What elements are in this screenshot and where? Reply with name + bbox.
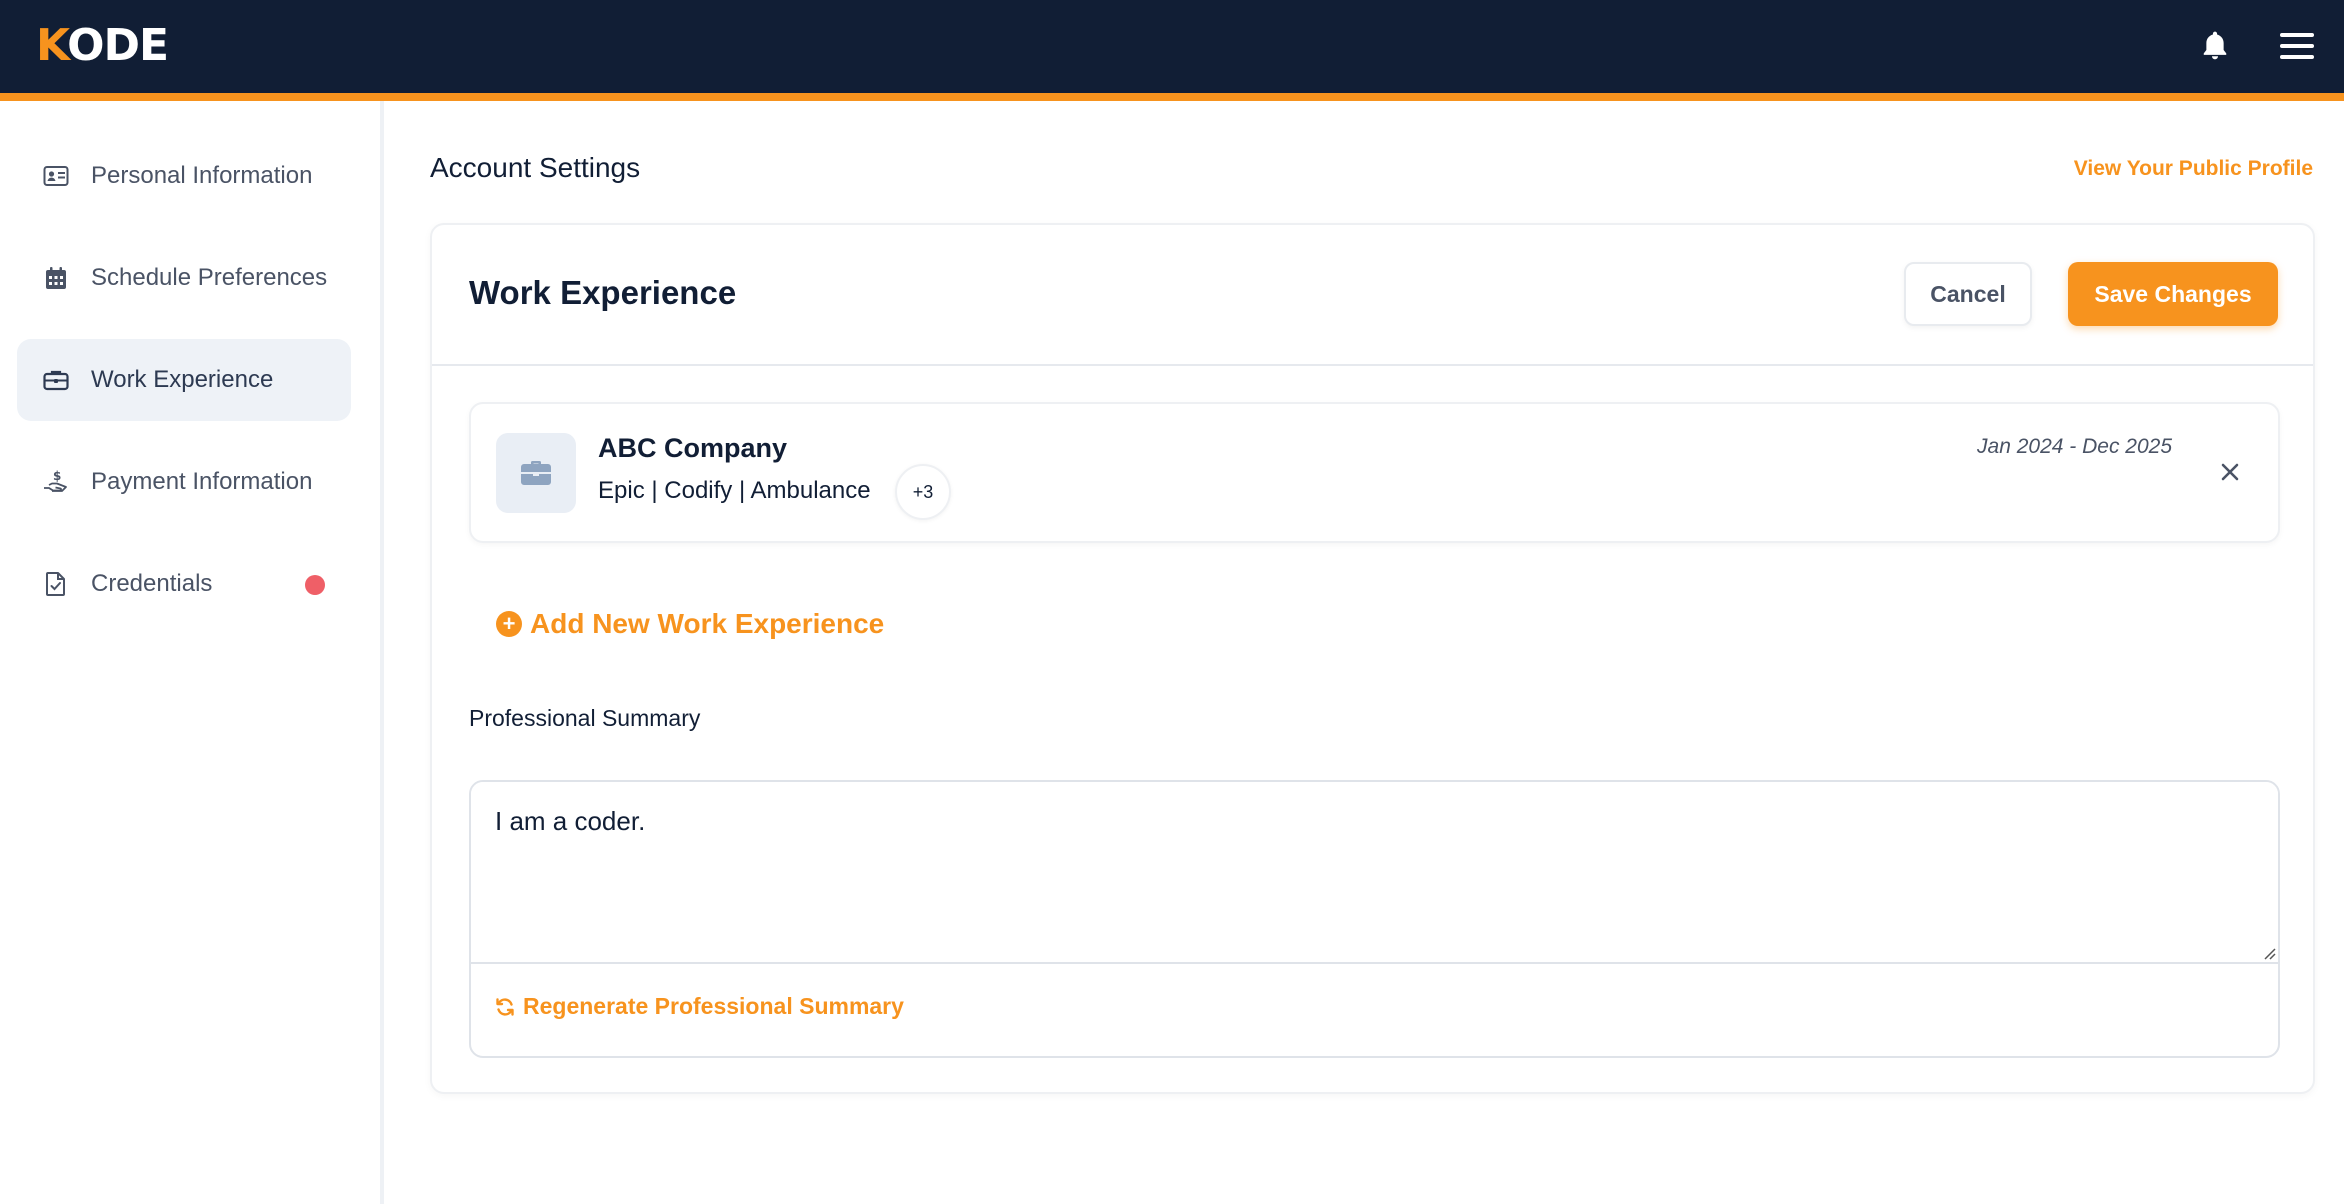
page-title: Account Settings — [430, 152, 641, 183]
card-title: Work Experience — [469, 274, 737, 311]
id-card-icon — [41, 161, 71, 191]
svg-text:$: $ — [53, 469, 61, 483]
more-skills-badge[interactable]: +3 — [895, 464, 951, 520]
regenerate-label: Regenerate Professional Summary — [523, 993, 904, 1019]
save-changes-button[interactable]: Save Changes — [2068, 262, 2278, 326]
file-check-icon — [41, 569, 71, 599]
sidebar: Personal Information Schedule Preference… — [0, 101, 384, 1204]
experience-dates: Jan 2024 - Dec 2025 — [1977, 435, 2172, 458]
sidebar-item-personal-information[interactable]: Personal Information — [17, 135, 351, 217]
sidebar-item-work-experience[interactable]: Work Experience — [17, 339, 351, 421]
hand-dollar-icon: $ — [41, 467, 71, 497]
sidebar-item-payment-information[interactable]: $ Payment Information — [17, 441, 351, 523]
remove-experience-button[interactable] — [2214, 456, 2246, 488]
regenerate-summary-button[interactable]: Regenerate Professional Summary — [495, 993, 904, 1020]
close-icon — [2221, 463, 2239, 481]
company-briefcase-icon — [496, 433, 576, 513]
briefcase-icon — [41, 365, 71, 395]
sidebar-item-label: Schedule Preferences — [91, 264, 328, 291]
top-navbar: KODE — [0, 0, 2344, 93]
view-public-profile-link[interactable]: View Your Public Profile — [2074, 157, 2313, 181]
sidebar-item-credentials[interactable]: Credentials — [17, 543, 351, 625]
add-new-work-experience-button[interactable]: + Add New Work Experience — [496, 608, 884, 640]
sidebar-item-label: Credentials — [91, 570, 213, 597]
cancel-button[interactable]: Cancel — [1904, 262, 2032, 326]
sidebar-item-label: Personal Information — [91, 162, 313, 189]
professional-summary-box: I am a coder. Regenerate Professional Su… — [469, 780, 2280, 1058]
resize-grip-icon[interactable] — [2262, 946, 2276, 960]
calendar-icon — [41, 263, 71, 293]
work-experience-card: Work Experience Cancel Save Changes ABC … — [430, 223, 2315, 1094]
add-experience-label: Add New Work Experience — [530, 608, 885, 639]
hamburger-menu-icon[interactable] — [2275, 24, 2319, 68]
professional-summary-label: Professional Summary — [469, 705, 701, 731]
work-experience-entry[interactable]: ABC Company Epic | Codify | Ambulance +3… — [469, 402, 2280, 543]
experience-skills: Epic | Codify | Ambulance — [598, 477, 871, 504]
bell-icon[interactable] — [2193, 24, 2237, 68]
professional-summary-input[interactable]: I am a coder. — [471, 782, 2278, 964]
header-accent-bar — [0, 93, 2344, 101]
sidebar-item-label: Payment Information — [91, 468, 313, 495]
refresh-icon — [496, 997, 514, 1016]
sidebar-item-schedule-preferences[interactable]: Schedule Preferences — [17, 237, 351, 319]
plus-circle-icon: + — [496, 611, 522, 637]
sidebar-item-label: Work Experience — [91, 366, 274, 393]
card-header: Work Experience Cancel Save Changes — [432, 225, 2313, 366]
kode-logo[interactable]: KODE — [36, 22, 169, 70]
company-name: ABC Company — [598, 433, 788, 463]
credentials-alert-badge — [305, 575, 325, 595]
